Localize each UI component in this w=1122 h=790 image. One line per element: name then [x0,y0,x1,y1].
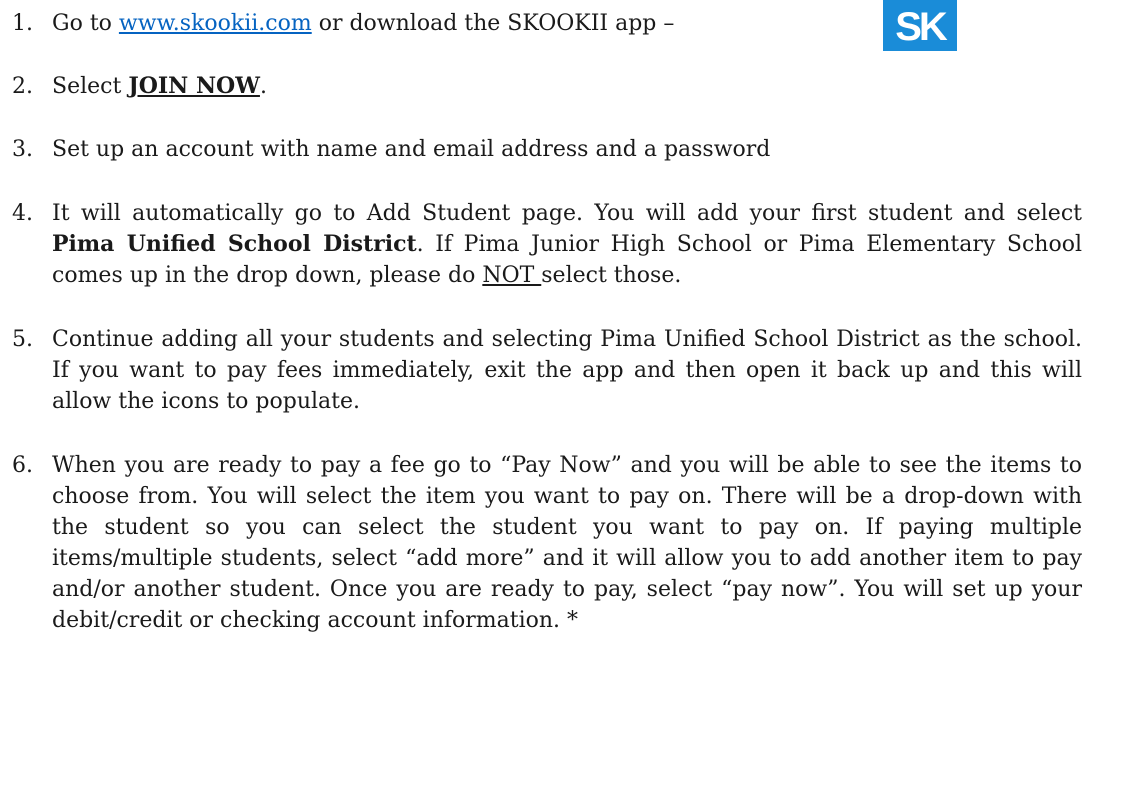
step-number: 1. [12,11,33,36]
step-text: When you are ready to pay a fee go to “P… [52,453,1082,633]
step-text-post: . [259,74,267,99]
step-text: It will automatically go to Add Student … [52,198,1082,291]
step-number: 4. [12,201,33,226]
step-text-post: select those. [541,263,682,288]
step-text-post: or download the SKOOKII app – [311,11,675,36]
step-number: 2. [12,74,33,99]
document-page: SK 1. Go to www.skookii.com or download … [0,0,1122,790]
step-text: Go to www.skookii.com or download the SK… [52,8,1082,39]
step-text: Select JOIN NOW. [52,71,1082,102]
step-text-pre: Go to [52,11,119,36]
step-number: 5. [12,327,33,352]
step-text-pre: Select [52,74,129,99]
district-name: Pima Unified School District [52,231,417,257]
skookii-website-link[interactable]: www.skookii.com [119,11,312,36]
step-text-pre: It will automatically go to Add Student … [52,201,1082,226]
step-text: Set up an account with name and email ad… [52,137,771,162]
step-number: 3. [12,137,33,162]
join-now-label: JOIN NOW [128,73,260,99]
step-number: 6. [12,453,33,478]
not-emphasis: NOT [482,263,542,288]
step-text: Continue adding all your students and se… [52,327,1082,414]
